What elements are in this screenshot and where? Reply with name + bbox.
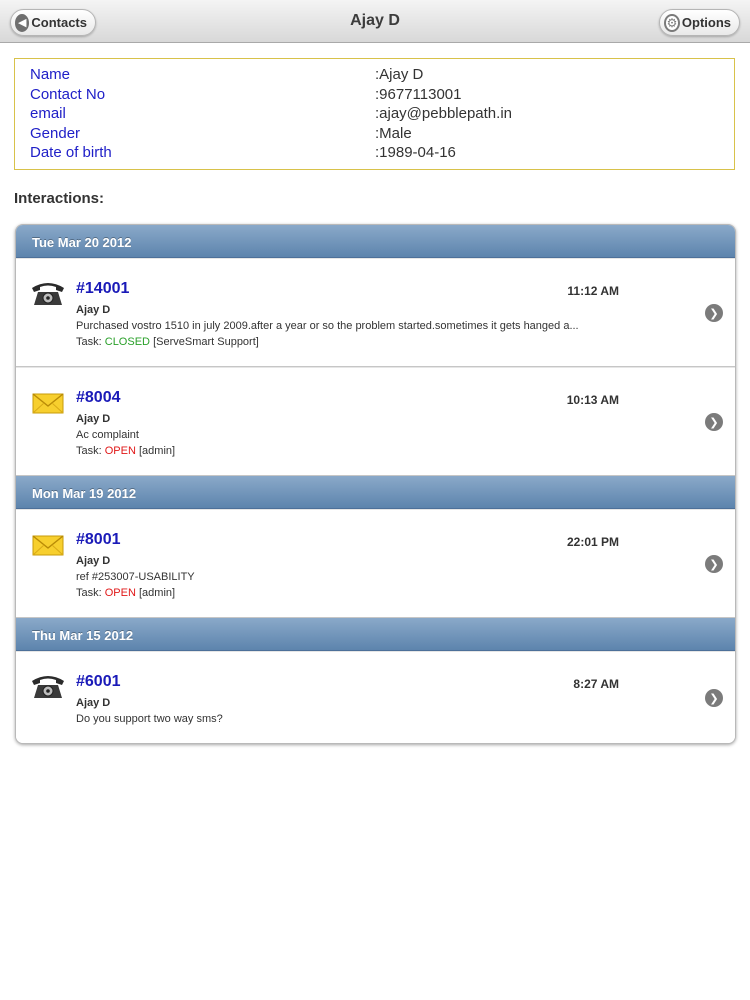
task-status-badge: CLOSED xyxy=(104,336,150,348)
interaction-contact-name: Ajay D xyxy=(76,555,111,567)
field-label: email xyxy=(30,105,66,122)
chevron-right-icon[interactable]: ❯ xyxy=(705,304,723,322)
interaction-task: Task: OPEN [admin] xyxy=(76,445,175,457)
interaction-time: 8:27 AM xyxy=(573,677,619,691)
options-button[interactable]: ⚙ Options xyxy=(659,9,740,36)
task-assignee: [admin] xyxy=(139,445,176,457)
field-label: Name xyxy=(30,66,71,83)
contact-details-box: Name :Ajay D Contact No :9677113001 emai… xyxy=(14,58,735,170)
interaction-row[interactable]: #8001 22:01 PM Ajay D ref #253007-USABIL… xyxy=(16,509,735,618)
interaction-description: Do you support two way sms? xyxy=(76,713,223,725)
envelope-icon xyxy=(32,393,64,414)
interaction-time: 10:13 AM xyxy=(566,393,619,407)
field-label: Gender xyxy=(30,125,81,142)
field-value: :Male xyxy=(375,125,412,142)
interaction-task: Task: CLOSED [ServeSmart Support] xyxy=(76,336,259,348)
interaction-description: Ac complaint xyxy=(76,429,139,441)
interaction-time: 11:12 AM xyxy=(567,284,619,298)
interaction-task: Task: OPEN [admin] xyxy=(76,587,175,599)
navigation-bar: ◀ Contacts Ajay D ⚙ Options xyxy=(0,0,750,43)
contact-field-name: Name :Ajay D xyxy=(15,66,734,86)
chevron-right-icon[interactable]: ❯ xyxy=(705,413,723,431)
interaction-id-link[interactable]: #6001 xyxy=(76,673,121,691)
field-value: :ajay@pebblepath.in xyxy=(375,105,512,122)
chevron-right-icon[interactable]: ❯ xyxy=(705,689,723,707)
contact-field-dob: Date of birth :1989-04-16 xyxy=(15,144,734,164)
options-button-label: Options xyxy=(681,15,731,30)
field-value: :Ajay D xyxy=(375,66,424,83)
chevron-right-icon[interactable]: ❯ xyxy=(705,555,723,573)
contact-field-email: email :ajay@pebblepath.in xyxy=(15,105,734,125)
interactions-heading: Interactions: xyxy=(14,190,105,207)
interaction-contact-name: Ajay D xyxy=(76,413,111,425)
interaction-id-link[interactable]: #8004 xyxy=(76,389,121,407)
task-assignee: [ServeSmart Support] xyxy=(153,336,259,348)
interaction-time: 22:01 PM xyxy=(566,535,619,549)
interactions-list: Tue Mar 20 2012 #14001 11:12 AM Ajay D P… xyxy=(15,224,736,744)
task-status-badge: OPEN xyxy=(104,587,136,599)
interaction-row[interactable]: #14001 11:12 AM Ajay D Purchased vostro … xyxy=(16,258,735,367)
task-prefix: Task: xyxy=(76,445,102,457)
envelope-icon xyxy=(32,535,64,556)
interaction-id-link[interactable]: #14001 xyxy=(76,280,129,298)
field-label: Date of birth xyxy=(30,144,112,161)
contact-field-gender: Gender :Male xyxy=(15,125,734,145)
interaction-description: Purchased vostro 1510 in july 2009.after… xyxy=(76,320,579,332)
gear-icon: ⚙ xyxy=(664,13,680,32)
telephone-icon xyxy=(32,283,64,305)
telephone-icon xyxy=(32,676,64,698)
field-value: :1989-04-16 xyxy=(375,144,456,161)
interaction-id-link[interactable]: #8001 xyxy=(76,531,121,549)
page-title: Ajay D xyxy=(350,12,400,29)
task-prefix: Task: xyxy=(76,587,102,599)
interaction-contact-name: Ajay D xyxy=(76,697,111,709)
interaction-row[interactable]: #8004 10:13 AM Ajay D Ac complaint Task:… xyxy=(16,367,735,476)
date-group-header: Tue Mar 20 2012 xyxy=(16,225,735,258)
interaction-contact-name: Ajay D xyxy=(76,304,111,316)
field-label: Contact No xyxy=(30,86,106,103)
date-group-header: Mon Mar 19 2012 xyxy=(16,476,735,509)
contact-field-phone: Contact No :9677113001 xyxy=(15,86,734,106)
task-status-badge: OPEN xyxy=(104,445,136,457)
interaction-row[interactable]: #6001 8:27 AM Ajay D Do you support two … xyxy=(16,651,735,743)
date-group-header: Thu Mar 15 2012 xyxy=(16,618,735,651)
task-assignee: [admin] xyxy=(139,587,176,599)
task-prefix: Task: xyxy=(76,336,102,348)
field-value: :9677113001 xyxy=(375,86,462,103)
interaction-description: ref #253007-USABILITY xyxy=(76,571,195,583)
